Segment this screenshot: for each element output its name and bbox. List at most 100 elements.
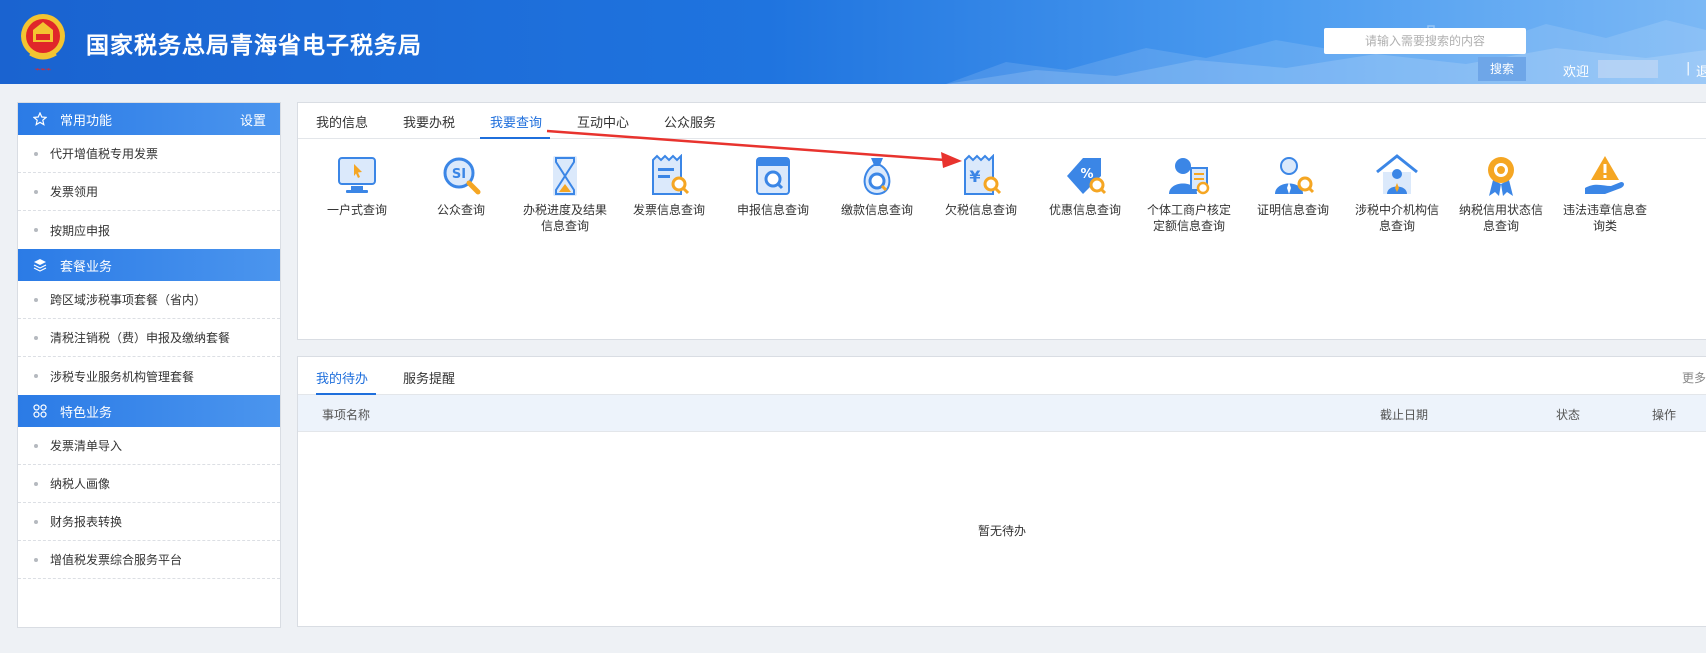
sidebar-item-label: 按期应申报 (50, 223, 111, 238)
todo-panel: 我的待办 服务提醒 更多 事项名称 截止日期 状态 操作 暂无待办 (297, 356, 1706, 627)
settings-link[interactable]: 设置 (240, 110, 266, 129)
tab-public-service[interactable]: 公众服务 (664, 112, 716, 131)
layers-icon (32, 257, 48, 273)
sidebar-item[interactable]: 发票领用 (18, 173, 280, 211)
query-item-label-line2: 询类 (1592, 219, 1617, 233)
tab-service-reminder[interactable]: 服务提醒 (403, 368, 455, 387)
person-doc-icon (1169, 158, 1210, 195)
credit-medal-icon (1488, 157, 1514, 196)
sidebar-item[interactable]: 纳税人画像 (18, 465, 280, 503)
query-item-label: 办税进度及结果 (522, 203, 607, 217)
sidebar-section-title: 常用功能 (60, 113, 113, 129)
query-item-progress[interactable]: 办税进度及结果 信息查询 (513, 154, 617, 234)
bullet-icon (34, 519, 38, 524)
sidebar-section-title: 特色业务 (60, 405, 113, 421)
agency-house-icon (1376, 154, 1418, 194)
sidebar-section-featured: 特色业务 (18, 395, 280, 427)
column-header-action: 操作 (1652, 408, 1677, 422)
bullet-icon (34, 189, 38, 194)
logout-link[interactable]: 退 (1696, 61, 1706, 80)
monitor-cursor-icon (338, 157, 376, 193)
sidebar-item-label: 代开增值税专用发票 (50, 147, 159, 161)
query-item-label: 公众查询 (436, 203, 485, 217)
active-tab-underline (480, 137, 550, 139)
bullet-icon (34, 335, 38, 340)
query-item-label: 申报信息查询 (736, 203, 809, 217)
query-item-individual-quota[interactable]: 个体工商户核定 定额信息查询 (1137, 154, 1241, 234)
sidebar-item-label: 财务报表转换 (50, 515, 123, 529)
grid-icon (32, 403, 48, 419)
query-item-one-household[interactable]: 一户式查询 (305, 154, 409, 218)
header-separator: | (1686, 61, 1691, 76)
bullet-icon (34, 374, 38, 378)
site-title: 国家税务总局青海省电子税务局 (86, 33, 422, 59)
query-item-invoice[interactable]: 发票信息查询 (617, 154, 721, 218)
sidebar-item[interactable]: 涉税专业服务机构管理套餐 (18, 357, 280, 395)
welcome-text: 欢迎 (1563, 65, 1590, 80)
query-item-label: 涉税中介机构信 (1354, 203, 1439, 217)
sidebar-item[interactable]: 财务报表转换 (18, 503, 280, 541)
bullet-icon (34, 557, 38, 562)
sidebar-item[interactable]: 增值税发票综合服务平台 (18, 541, 280, 579)
query-item-label: 违法违章信息查 (1562, 203, 1647, 217)
tab-my-todo[interactable]: 我的待办 (316, 368, 368, 387)
bullet-icon (34, 297, 38, 302)
query-item-label: 纳税信用状态信 (1458, 203, 1543, 217)
query-item-certificate[interactable]: 证明信息查询 (1241, 154, 1345, 218)
star-icon (32, 111, 48, 127)
sidebar: 常用功能 设置 代开增值税专用发票 发票领用 按期应申报 套餐业务 跨区域涉税事… (17, 102, 281, 628)
tab-query[interactable]: 我要查询 (490, 112, 542, 131)
svg-text:SI: SI (452, 167, 466, 182)
sidebar-item-label: 发票领用 (50, 185, 99, 199)
sidebar-item[interactable]: 发票清单导入 (18, 427, 280, 465)
sidebar-item[interactable]: 跨区域涉税事项套餐（省内） (18, 281, 280, 319)
query-item-label: 欠税信息查询 (944, 203, 1017, 217)
query-item-preferential[interactable]: % 优惠信息查询 (1033, 154, 1137, 218)
query-item-credit-status[interactable]: 纳税信用状态信 息查询 (1449, 154, 1553, 234)
svg-text:⌁⌁⌁: ⌁⌁⌁ (35, 65, 51, 74)
query-item-violation[interactable]: 违法违章信息查 询类 (1553, 154, 1657, 234)
sidebar-item-label: 纳税人画像 (50, 477, 111, 491)
query-item-public[interactable]: SI 公众查询 (409, 154, 513, 218)
search-input[interactable] (1324, 28, 1526, 54)
query-item-label: 发票信息查询 (632, 203, 705, 217)
query-item-label-line2: 定额信息查询 (1152, 219, 1225, 233)
query-item-declaration[interactable]: 申报信息查询 (721, 154, 825, 218)
money-bag-icon (863, 158, 891, 196)
query-item-agency[interactable]: 涉税中介机构信 息查询 (1345, 154, 1449, 234)
empty-state-text: 暂无待办 (977, 524, 1026, 538)
sidebar-item[interactable]: 代开增值税专用发票 (18, 135, 280, 173)
query-item-label: 缴款信息查询 (840, 203, 913, 217)
invoice-search-icon (652, 154, 690, 195)
bullet-icon (34, 151, 38, 156)
query-item-label-line2: 息查询 (1378, 219, 1415, 233)
magnifier-si-icon: SI (443, 157, 481, 195)
query-item-label: 个体工商户核定 (1146, 203, 1231, 217)
sidebar-item-label: 发票清单导入 (50, 439, 123, 453)
search-button[interactable]: 搜索 (1478, 57, 1526, 81)
yuan-receipt-search-icon: ¥ (964, 154, 1002, 195)
column-header-item-name: 事项名称 (322, 408, 371, 422)
more-link[interactable]: 更多 (1682, 369, 1706, 386)
bullet-icon (34, 481, 38, 486)
tab-my-info[interactable]: 我的信息 (316, 112, 368, 131)
tab-tax-handling[interactable]: 我要办税 (403, 112, 455, 131)
tax-bureau-emblem-icon[interactable]: ⌁⌁⌁ (16, 10, 70, 74)
tab-interaction[interactable]: 互动中心 (577, 112, 629, 131)
column-header-status: 状态 (1556, 408, 1581, 422)
warning-hand-icon (1585, 156, 1624, 194)
username-redacted (1598, 60, 1658, 78)
sidebar-item-label: 清税注销税（费）申报及缴纳套餐 (50, 331, 231, 345)
query-item-arrears[interactable]: ¥ 欠税信息查询 (929, 154, 1033, 218)
query-item-label-line2: 信息查询 (540, 219, 589, 233)
sidebar-item[interactable]: 按期应申报 (18, 211, 280, 249)
sidebar-item[interactable]: 清税注销税（费）申报及缴纳套餐 (18, 319, 280, 357)
query-item-payment[interactable]: 缴款信息查询 (825, 154, 929, 218)
query-item-label: 证明信息查询 (1256, 203, 1329, 217)
sidebar-item-label: 涉税专业服务机构管理套餐 (50, 369, 195, 384)
query-item-label: 一户式查询 (326, 203, 387, 217)
todo-tabs: 我的待办 服务提醒 更多 (298, 357, 1706, 395)
bullet-icon (34, 228, 38, 232)
query-item-label: 优惠信息查询 (1048, 203, 1121, 217)
sidebar-item-label: 跨区域涉税事项套餐（省内） (50, 293, 207, 307)
